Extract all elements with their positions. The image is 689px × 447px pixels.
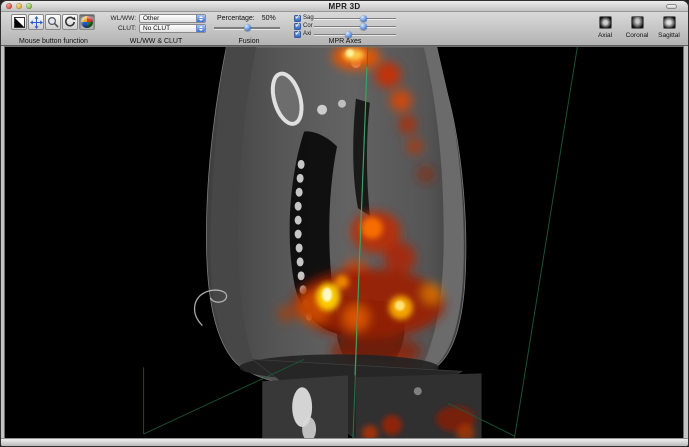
axi-label: Axi [301,31,314,37]
mpr-3d-viewport[interactable] [5,47,683,438]
mouse-button-function-group: Mouse button function [11,14,96,45]
wlww-label: WL/WW: [106,15,139,22]
popup-arrows-icon [196,25,205,32]
mpr-3d-window: MPR 3D [0,0,689,447]
contrast-icon [14,17,25,28]
fusion-group: Percentage: 50% Fusion [214,14,284,45]
wlww-clut-group-label: WL/WW & CLUT [106,38,206,45]
sag-slider[interactable] [314,14,396,22]
wlww-clut-group: WL/WW: Other CLUT: No CLUT WL/WW & CLUT [106,14,206,45]
fusion-slider-thumb[interactable] [244,24,251,31]
toolbar: Mouse button function WL/WW: Other CLUT:… [1,12,688,46]
pan-tool-button[interactable] [28,14,44,30]
fusion-group-label: Fusion [214,38,284,45]
sag-label: Sag [301,15,314,21]
color-sphere-icon [81,16,93,28]
axial-view-label: Axial [598,32,612,39]
sag-slider-thumb[interactable] [360,15,367,22]
coronal-view-label: Coronal [626,32,649,39]
sagittal-view-label: Sagittal [658,32,680,39]
percentage-value: 50% [262,15,276,22]
sag-checkbox[interactable]: ✓ [294,15,301,22]
rotate-icon [64,16,76,28]
window-title: MPR 3D [1,2,688,11]
titlebar: MPR 3D [1,1,688,12]
clut-popup-value: No CLUT [143,25,170,32]
sagittal-thumbnail-icon [663,16,676,29]
popup-arrows-icon [196,15,205,22]
window-bottom-frame [1,438,688,446]
zoom-tool-button[interactable] [45,14,61,30]
cor-slider-thumb[interactable] [360,23,367,30]
mpr-axes-group: ✓ Sag ✓ Cor ✓ Axi [294,14,396,45]
axi-slider[interactable] [314,30,396,38]
toolbar-toggle-button[interactable] [666,4,677,9]
clut-label: CLUT: [106,25,139,32]
ct-sagittal-slab [206,47,465,387]
mouse-button-function-label: Mouse button function [11,38,96,45]
pan-icon [30,16,43,29]
wlww-popup-value: Other [143,15,159,22]
cor-checkbox[interactable]: ✓ [294,23,301,30]
mpr-3d-scene [5,47,683,438]
coronal-view-button[interactable]: Coronal [624,16,650,45]
clut-popup[interactable]: No CLUT [139,24,206,33]
percentage-label: Percentage: [217,15,255,22]
cor-slider[interactable] [314,22,396,30]
clut-palette-tool-button[interactable] [79,14,95,30]
axi-slider-thumb[interactable] [345,31,352,38]
axi-checkbox[interactable]: ✓ [294,31,301,38]
magnifier-icon [47,16,59,28]
axial-thumbnail-icon [599,16,612,29]
coronal-thumbnail-icon [631,16,644,29]
mpr-axes-group-label: MPR Axes [294,38,396,45]
view-buttons-group: Axial Coronal Sagittal [592,14,682,45]
cor-label: Cor [301,23,314,29]
sagittal-view-button[interactable]: Sagittal [656,16,682,45]
axial-view-button[interactable]: Axial [592,16,618,45]
wlww-popup[interactable]: Other [139,14,206,23]
rotate-tool-button[interactable] [62,14,78,30]
wlww-contrast-tool-button[interactable] [11,14,27,30]
fusion-slider[interactable] [214,23,280,32]
